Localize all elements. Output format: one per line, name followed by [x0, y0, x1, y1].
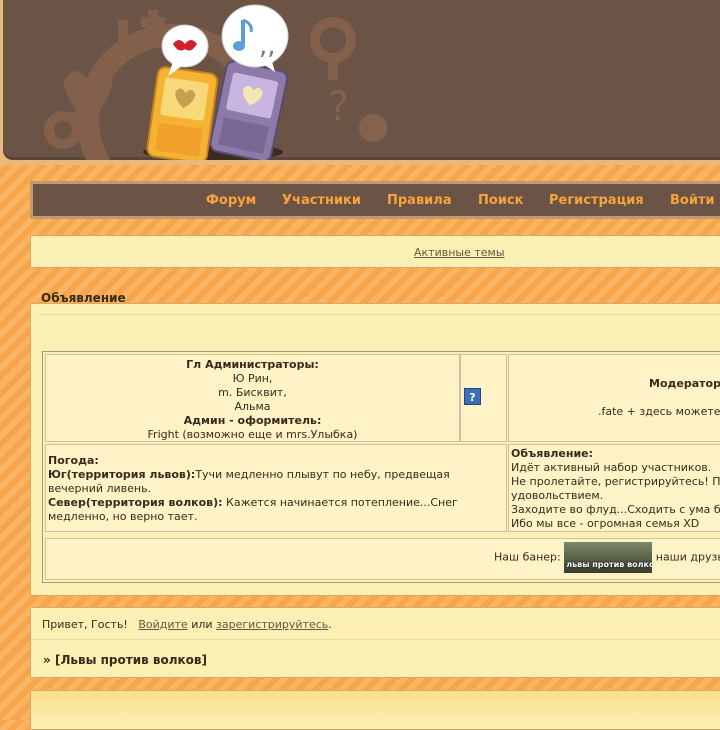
admin-name: m. Бисквит, — [218, 386, 287, 399]
nav-members[interactable]: Участники — [282, 193, 361, 208]
breadcrumb-forum-name[interactable]: [Львы против волков] — [55, 653, 207, 667]
breadcrumb: » [Львы против волков] — [43, 653, 207, 667]
nav-login[interactable]: Войти — [670, 193, 715, 208]
south-label: Юг(территория львов): — [48, 468, 196, 481]
admins-heading: Гл Администраторы: — [186, 358, 319, 371]
register-link[interactable]: зарегистрируйтесь — [216, 618, 328, 631]
nav-search[interactable]: Поиск — [478, 193, 523, 208]
header-banner: ? ,, — [3, 0, 720, 160]
notice-cell: Объявление: Идёт активный набор участник… — [508, 444, 720, 532]
designer-name: Fright (возможно еще и mrs.Улыбка) — [147, 428, 358, 441]
nav-bar-inner: Форум Участники Правила Поиск Регистраци… — [33, 184, 720, 216]
active-topics-box: Активные темы — [30, 235, 720, 268]
nav-register[interactable]: Регистрация — [549, 193, 644, 208]
notice-line: Ибо мы все - огромная семья XD — [511, 517, 700, 530]
weather-heading: Погода: — [48, 454, 99, 467]
moderators-cell: Модератор .fate + здесь можете — [508, 354, 720, 442]
weather-cell: Погода: Юг(территория львов):Тучи медлен… — [45, 444, 507, 532]
period-text: . — [328, 618, 332, 631]
admins-cell: Гл Администраторы: Ю Рин, m. Бисквит, Ал… — [45, 354, 460, 442]
welcome-line: Привет, Гость! Войдите или зарегистрируй… — [42, 618, 332, 631]
nav-forum[interactable]: Форум — [206, 193, 256, 208]
nav-rules[interactable]: Правила — [387, 193, 452, 208]
announcement-divider — [39, 314, 720, 315]
welcome-panel: Привет, Гость! Войдите или зарегистрируй… — [30, 607, 720, 678]
forum-list-panel — [30, 690, 720, 730]
header-illustration: ? ,, — [44, 4, 387, 160]
forum-banner-image[interactable]: львы против волков — [564, 542, 653, 573]
welcome-divider — [31, 639, 720, 640]
svg-text:?: ? — [328, 84, 349, 130]
active-topics-link[interactable]: Активные темы — [414, 246, 505, 259]
breadcrumb-separator: » — [43, 653, 51, 667]
moderators-heading: Модератор — [649, 377, 720, 390]
admin-name: Альма — [234, 400, 271, 413]
admin-name: Ю Рин, — [232, 372, 273, 385]
or-text: или — [191, 618, 213, 631]
notice-heading: Объявление: — [511, 447, 594, 460]
notice-line: Заходите во флуд...Сходить с ума б — [511, 503, 720, 516]
login-link[interactable]: Войдите — [138, 618, 187, 631]
notice-line: Идёт активный набор участников. — [511, 461, 712, 474]
banner-cell: Наш банер: львы против волков наши друзь — [45, 538, 720, 580]
help-icon[interactable]: ? — [464, 388, 481, 405]
designer-heading: Админ - оформитель: — [183, 414, 322, 427]
friends-label: наши друзь — [655, 550, 720, 564]
svg-text:,,: ,, — [259, 31, 276, 61]
greeting-text: Привет, Гость! — [42, 618, 128, 631]
banner-label: Наш банер: — [494, 550, 561, 564]
banner-text: львы против волков — [566, 560, 653, 569]
notice-line: Не пролетайте, регистрируйтесь! П — [511, 475, 720, 488]
notice-line: удовольствием. — [511, 489, 604, 502]
north-label: Север(территория волков): — [48, 496, 223, 509]
main-navigation: Форум Участники Правила Поиск Регистраци… — [30, 181, 720, 219]
site-header: ? ,, — [0, 0, 720, 165]
moderators-text: .fate + здесь можете — [598, 405, 720, 418]
